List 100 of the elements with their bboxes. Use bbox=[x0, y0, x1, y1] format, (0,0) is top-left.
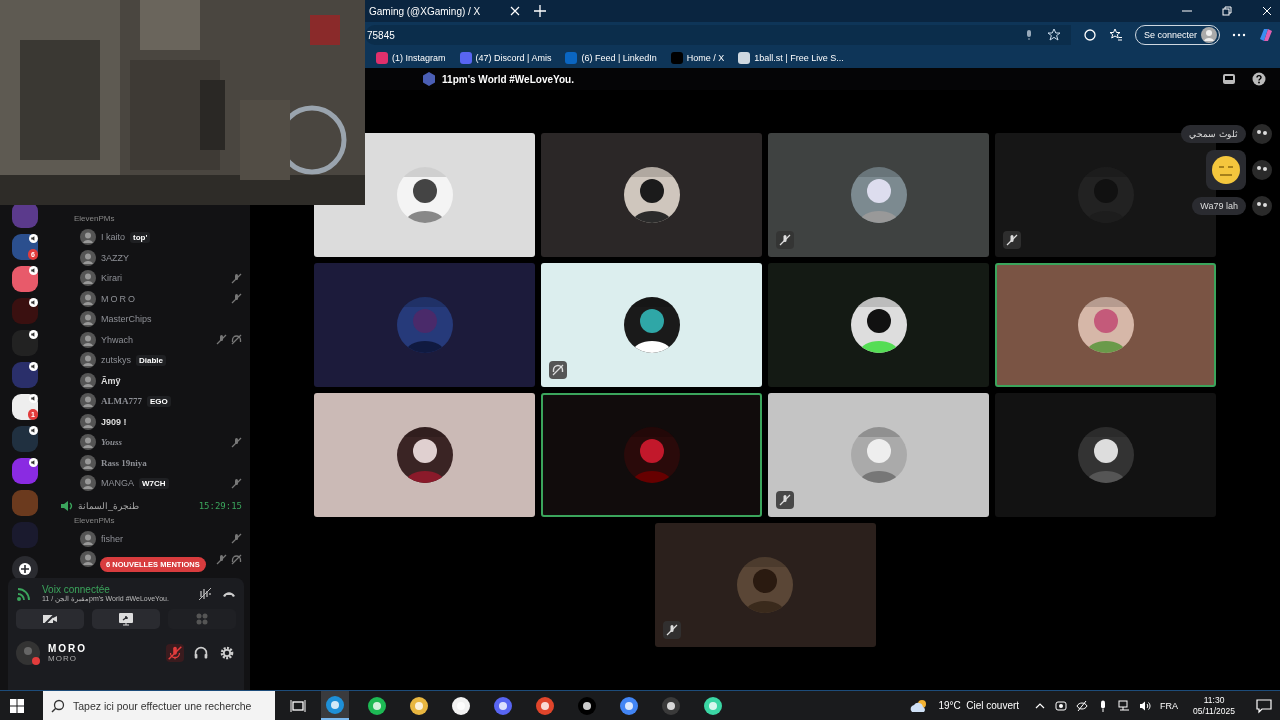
server-icon[interactable] bbox=[12, 266, 38, 292]
voice-member[interactable]: Ãmÿ bbox=[56, 370, 242, 391]
channel-status: ElevenPMs bbox=[73, 214, 116, 225]
user-status: MORO bbox=[48, 654, 78, 663]
mute-icon[interactable] bbox=[166, 644, 184, 662]
server-icon[interactable] bbox=[12, 298, 38, 324]
voice-member[interactable]: zutskys Diable bbox=[56, 350, 242, 371]
avatar-icon bbox=[80, 393, 96, 410]
member-name: Rass 19niya bbox=[101, 457, 147, 468]
close-icon[interactable] bbox=[510, 6, 521, 16]
bookmark[interactable]: (47) Discord | Amis bbox=[459, 52, 552, 64]
address-bar[interactable]: 75845 bbox=[365, 25, 1071, 45]
bookmark[interactable]: Home / X bbox=[670, 52, 725, 64]
video-tile[interactable] bbox=[654, 523, 876, 647]
clock-date[interactable]: 05/11/2025 bbox=[1193, 705, 1235, 717]
video-tile[interactable] bbox=[995, 393, 1216, 517]
speaker-icon bbox=[29, 394, 38, 403]
network-icon[interactable] bbox=[1118, 699, 1131, 712]
speaker-icon bbox=[29, 298, 38, 307]
video-tile[interactable] bbox=[768, 133, 989, 257]
language-indicator[interactable]: FRA bbox=[1160, 700, 1179, 711]
avatar-icon bbox=[80, 270, 96, 287]
refresh-icon[interactable] bbox=[1082, 28, 1097, 42]
voice-member[interactable]: I kaito top' bbox=[56, 227, 242, 248]
voice-member[interactable]: Kirari bbox=[56, 268, 242, 289]
bookmark[interactable]: (6) Feed | LinkedIn bbox=[565, 52, 657, 64]
voice-member[interactable]: J909 ! bbox=[56, 411, 242, 432]
member-tag: top' bbox=[130, 231, 151, 243]
avatar-icon bbox=[1252, 160, 1272, 180]
speaker-icon bbox=[60, 498, 74, 513]
speaker-icon bbox=[29, 458, 38, 467]
weather-text[interactable]: 19°C Ciel couvert bbox=[938, 700, 1020, 711]
volume-icon[interactable] bbox=[1139, 699, 1152, 712]
avatar-icon bbox=[1201, 27, 1217, 43]
user-avatar-icon[interactable] bbox=[16, 641, 40, 665]
help-icon[interactable] bbox=[1252, 72, 1266, 86]
browser-tab[interactable]: Gaming (@XGaming) / X bbox=[365, 0, 525, 22]
video-tile[interactable] bbox=[314, 393, 535, 517]
windows-start-icon[interactable] bbox=[10, 698, 24, 713]
member-name: MasterChips bbox=[101, 314, 152, 325]
camera-icon[interactable] bbox=[1055, 699, 1068, 712]
avatar-icon bbox=[80, 229, 96, 246]
reaction-label: ثلوث سمحي bbox=[1181, 125, 1246, 143]
voice-member[interactable]: fisher bbox=[56, 528, 242, 549]
speaker-icon bbox=[29, 234, 38, 243]
server-icon[interactable] bbox=[12, 330, 38, 356]
reaction-label: Wa79 lah bbox=[1192, 197, 1246, 215]
member-name: Youss bbox=[101, 437, 122, 448]
video-tile[interactable] bbox=[314, 263, 535, 387]
avatar-icon bbox=[80, 352, 96, 369]
voice-member[interactable]: ALMA777 EGO bbox=[56, 391, 242, 412]
star-icon[interactable] bbox=[1046, 28, 1061, 42]
channel-name[interactable]: طنجرة_السمانة bbox=[78, 500, 139, 511]
taskbar-app[interactable] bbox=[321, 691, 349, 720]
voice-member[interactable]: MANGA W7CH bbox=[56, 473, 242, 494]
noise-suppression-icon[interactable] bbox=[198, 586, 212, 601]
restore-icon[interactable] bbox=[1222, 6, 1232, 16]
member-name: Ãmÿ bbox=[101, 375, 121, 386]
close-icon[interactable] bbox=[1262, 6, 1272, 16]
copilot-icon[interactable] bbox=[1258, 27, 1274, 43]
notifications-icon[interactable] bbox=[1256, 697, 1272, 714]
voice-member[interactable]: 3AZZY bbox=[56, 247, 242, 268]
avatar-icon bbox=[1252, 124, 1272, 144]
voice-member[interactable]: Youss bbox=[56, 432, 242, 453]
voice-member[interactable]: MORO bbox=[56, 288, 242, 309]
hidden-eye-icon[interactable] bbox=[1076, 699, 1089, 712]
voice-member[interactable]: MasterChips bbox=[56, 309, 242, 330]
server-title: 11pm's World #WeLoveYou. bbox=[442, 73, 574, 85]
bookmark[interactable]: 1ball.st | Free Live S... bbox=[738, 52, 844, 64]
inbox-icon[interactable] bbox=[1222, 72, 1236, 86]
server-icon[interactable] bbox=[12, 458, 38, 484]
voice-member[interactable]: Rass 19niya bbox=[56, 452, 242, 473]
video-tile[interactable] bbox=[541, 263, 762, 387]
settings-icon[interactable] bbox=[218, 644, 236, 662]
search-box[interactable]: Tapez ici pour effectuer une recherche bbox=[43, 691, 275, 720]
bookmark[interactable]: (1) Instagram bbox=[376, 52, 446, 64]
task-view-icon[interactable] bbox=[290, 697, 306, 714]
video-tile[interactable] bbox=[768, 393, 989, 517]
avatar-icon bbox=[80, 475, 96, 492]
neutral-face-icon bbox=[1206, 150, 1246, 190]
search-field[interactable]: Tapez ici pour effectuer une recherche bbox=[73, 699, 275, 712]
username: MORO bbox=[48, 643, 88, 654]
new-tab-icon[interactable] bbox=[534, 5, 547, 17]
camera-off-button[interactable] bbox=[16, 609, 84, 629]
clock-time[interactable]: 11:30 bbox=[1203, 694, 1225, 706]
member-name: ALMA777 bbox=[101, 396, 142, 407]
voice-member[interactable]: Yhwach bbox=[56, 329, 242, 350]
speaker-icon bbox=[29, 362, 38, 371]
video-tile[interactable] bbox=[995, 263, 1216, 387]
speaker-icon bbox=[29, 426, 38, 435]
video-tile[interactable] bbox=[541, 393, 762, 517]
video-tile[interactable] bbox=[768, 263, 989, 387]
server-icon[interactable] bbox=[12, 362, 38, 388]
member-tag: EGO bbox=[147, 395, 171, 407]
server-icon[interactable] bbox=[12, 426, 38, 452]
screen-share-button[interactable] bbox=[92, 609, 160, 629]
favorites-icon[interactable] bbox=[1108, 28, 1123, 42]
video-tile[interactable] bbox=[541, 133, 762, 257]
avatar-icon bbox=[80, 311, 96, 328]
server-icon bbox=[422, 72, 437, 86]
